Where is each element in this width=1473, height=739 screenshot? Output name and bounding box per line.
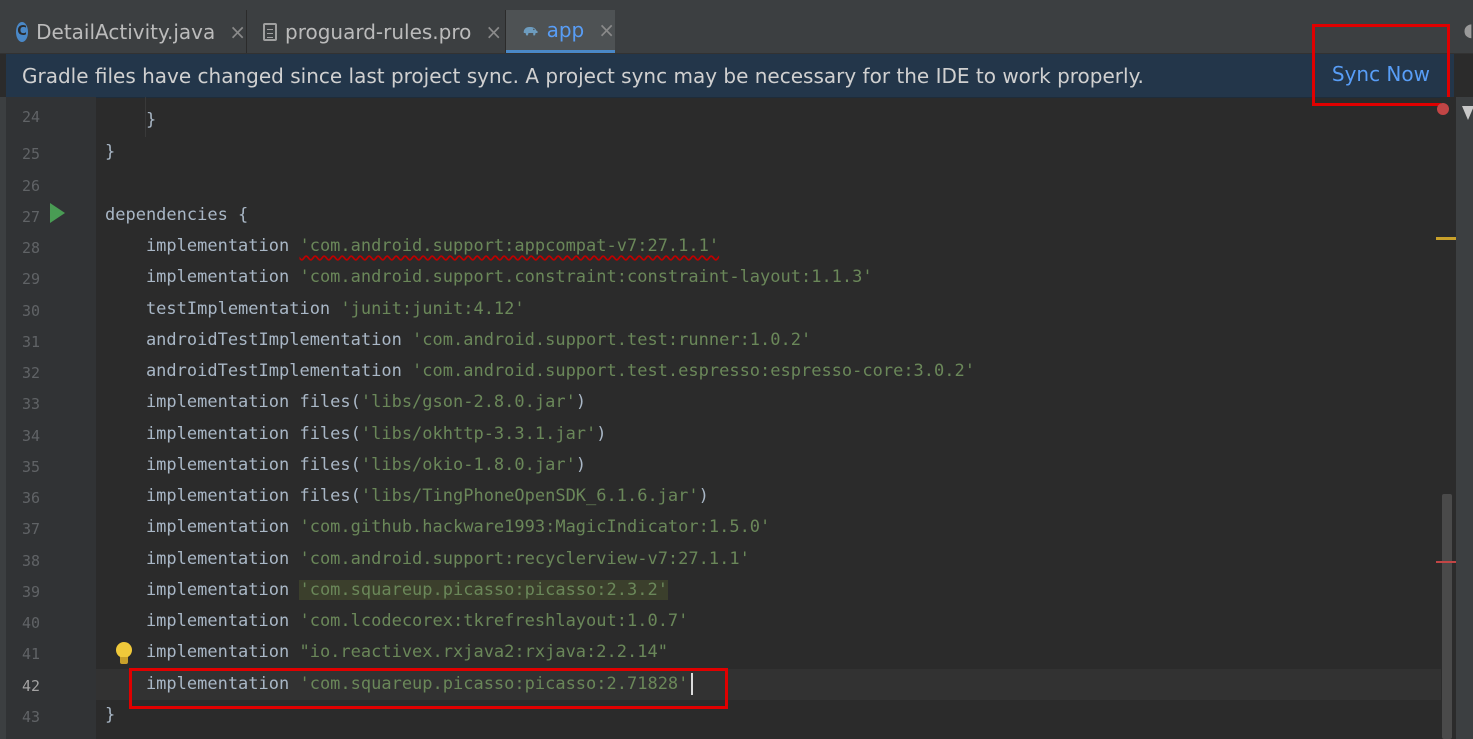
tab-app[interactable]: app × (506, 10, 615, 53)
line-number: 26 (21, 177, 40, 195)
line-number: 37 (21, 520, 40, 538)
line-number: 31 (21, 333, 40, 351)
line-number: 43 (21, 708, 40, 726)
line-number: 40 (21, 614, 40, 632)
line-number: 24 (21, 108, 40, 126)
code-line[interactable]: dependencies { (105, 200, 248, 231)
string-literal: 'com.lcodecorex:tkrefreshlayout:1.0.7' (299, 611, 689, 631)
string-literal: 'libs/gson-2.8.0.jar' (360, 392, 576, 412)
right-tool-strip (1456, 97, 1473, 739)
tab-overflow-icon[interactable]: ◖ (1464, 20, 1473, 41)
line-number: 39 (21, 583, 40, 601)
code-line[interactable]: } (105, 700, 115, 731)
line-number: 33 (21, 395, 40, 413)
code-line[interactable]: implementation 'com.android.support:recy… (105, 544, 750, 575)
code-line[interactable]: implementation 'com.squareup.picasso:pic… (105, 575, 668, 606)
code-line[interactable]: testImplementation 'junit:junit:4.12' (105, 294, 525, 325)
code-line[interactable]: implementation 'com.github.hackware1993:… (105, 512, 770, 543)
code-line[interactable]: implementation files('libs/TingPhoneOpen… (105, 481, 709, 512)
tab-label: DetailActivity.java (36, 19, 216, 44)
string-literal: 'com.github.hackware1993:MagicIndicator:… (299, 517, 771, 537)
line-number: 27 (21, 208, 40, 226)
code-line[interactable]: implementation "io.reactivex.rxjava2:rxj… (105, 637, 668, 668)
new-dependency-highlight-box (129, 668, 728, 709)
warning-marker[interactable] (1436, 237, 1456, 240)
gradle-sync-banner: Gradle files have changed since last pro… (6, 54, 1454, 98)
string-literal: 'com.android.support:appcompat-v7:27.1.1… (299, 236, 720, 256)
code-line[interactable]: implementation 'com.android.support:appc… (105, 231, 719, 262)
line-number: 25 (21, 145, 40, 163)
close-icon[interactable]: × (598, 18, 615, 42)
collapse-triangle-icon[interactable] (1462, 106, 1473, 120)
string-literal-highlighted: 'com.squareup.picasso:picasso:2.3.2' (299, 580, 668, 600)
line-number: 29 (21, 270, 40, 288)
line-number: 35 (21, 458, 40, 476)
string-literal: 'com.android.support.test:runner:1.0.2' (412, 330, 812, 350)
string-literal: 'junit:junit:4.12' (340, 299, 525, 319)
editor-tab-bar: C DetailActivity.java × proguard-rules.p… (0, 0, 1473, 54)
java-class-icon: C (16, 21, 29, 42)
tab-label: app (546, 18, 585, 42)
sync-now-highlight-box (1312, 24, 1450, 106)
string-literal: 'com.android.support.test.espresso:espre… (412, 361, 975, 381)
file-icon (263, 22, 277, 41)
code-line[interactable]: androidTestImplementation 'com.android.s… (105, 356, 975, 387)
code-line[interactable]: } (105, 137, 115, 168)
string-literal: 'libs/TingPhoneOpenSDK_6.1.6.jar' (360, 486, 699, 506)
banner-message: Gradle files have changed since last pro… (22, 63, 1144, 88)
tab-proguard-rules[interactable]: proguard-rules.pro × (247, 10, 505, 53)
code-line[interactable]: implementation 'com.android.support.cons… (105, 262, 873, 293)
line-number: 38 (21, 552, 40, 570)
line-number: 32 (21, 364, 40, 382)
string-literal: 'libs/okhttp-3.3.1.jar' (360, 424, 597, 444)
string-literal: 'com.android.support.constraint:constrai… (299, 267, 873, 287)
error-indicator-icon[interactable] (1437, 103, 1449, 115)
line-number: 28 (21, 239, 40, 257)
code-line[interactable]: implementation files('libs/gson-2.8.0.ja… (105, 387, 586, 418)
code-line[interactable]: implementation files('libs/okio-1.8.0.ja… (105, 450, 586, 481)
editor-gutter: 24 25 26 27 28 29 30 31 32 33 34 35 36 3… (6, 97, 96, 739)
code-line[interactable]: } (105, 105, 156, 136)
code-line[interactable]: implementation files('libs/okhttp-3.3.1.… (105, 419, 607, 450)
string-literal: 'com.android.support:recyclerview-v7:27.… (299, 549, 750, 569)
gradle-elephant-icon (523, 26, 538, 36)
code-line[interactable]: implementation 'com.lcodecorex:tkrefresh… (105, 606, 688, 637)
line-number: 30 (21, 302, 40, 320)
string-literal: 'libs/okio-1.8.0.jar' (360, 455, 576, 475)
error-marker[interactable] (1436, 561, 1456, 563)
close-icon[interactable]: × (229, 20, 246, 44)
tab-label: proguard-rules.pro (285, 19, 472, 44)
line-number: 41 (21, 645, 40, 663)
editor-scrollbar-thumb[interactable] (1442, 494, 1452, 739)
code-line[interactable]: androidTestImplementation 'com.android.s… (105, 325, 811, 356)
tab-detail-activity[interactable]: C DetailActivity.java × (0, 10, 246, 53)
run-gutter-icon[interactable] (50, 203, 65, 223)
close-icon[interactable]: × (485, 20, 502, 44)
line-number: 34 (21, 427, 40, 445)
line-number: 36 (21, 489, 40, 507)
line-number-current: 42 (21, 677, 40, 695)
string-literal: "io.reactivex.rxjava2:rxjava:2.2.14" (299, 642, 668, 662)
